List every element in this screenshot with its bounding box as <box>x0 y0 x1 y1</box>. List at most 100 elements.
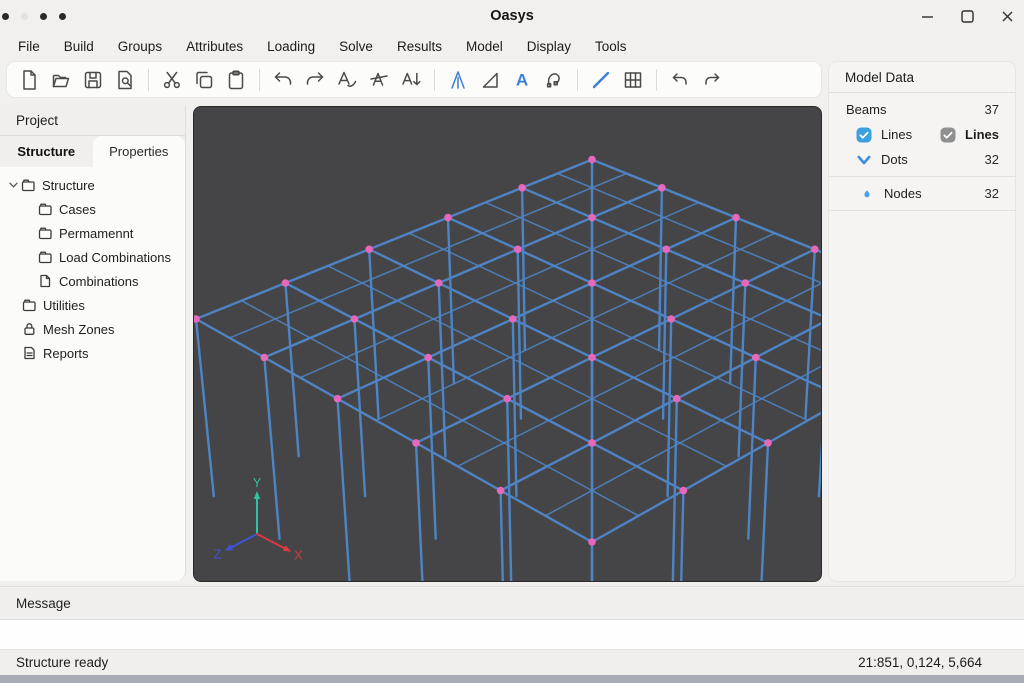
structure-node[interactable] <box>742 279 750 287</box>
open-file-icon[interactable] <box>45 66 77 94</box>
model-data-row-dots: Dots32 <box>829 147 1015 172</box>
titlebar-dot <box>2 13 9 20</box>
text-sort-icon[interactable] <box>395 66 427 94</box>
menu-solve[interactable]: Solve <box>327 39 385 54</box>
print-preview-icon[interactable] <box>109 66 141 94</box>
structure-node[interactable] <box>752 354 760 362</box>
menu-file[interactable]: File <box>6 39 52 54</box>
tree-item-permamennt[interactable]: Permamennt <box>0 221 185 245</box>
tree-item-label: Cases <box>59 202 96 217</box>
window-controls <box>920 0 1014 32</box>
titlebar-dots <box>0 0 66 32</box>
tree-item-cases[interactable]: Cases <box>0 197 185 221</box>
structure-node[interactable] <box>680 487 688 495</box>
row-label: Nodes <box>884 186 922 201</box>
model-viewport-3d[interactable]: YZX <box>193 106 822 582</box>
structure-node[interactable] <box>732 214 740 222</box>
titlebar-dot <box>21 13 28 20</box>
structure-node[interactable] <box>424 354 432 362</box>
menu-attributes[interactable]: Attributes <box>174 39 255 54</box>
tree-item-label: Combinations <box>59 274 139 289</box>
menu-results[interactable]: Results <box>385 39 454 54</box>
nav-back-icon[interactable] <box>664 66 696 94</box>
tree-item-load-combinations[interactable]: Load Combinations <box>0 245 185 269</box>
structure-node[interactable] <box>658 184 666 192</box>
tree-item-combinations[interactable]: Combinations <box>0 269 185 293</box>
chevron-down-icon[interactable] <box>6 182 20 188</box>
tab-properties[interactable]: Properties <box>93 136 186 167</box>
structure-node[interactable] <box>588 156 596 164</box>
structure-node[interactable] <box>282 279 290 287</box>
structure-node[interactable] <box>673 395 681 403</box>
model-data-row-beams: Beams37 <box>829 97 1015 122</box>
structure-3d-view[interactable]: YZX <box>194 107 822 582</box>
save-icon[interactable] <box>77 66 109 94</box>
document-icon <box>37 273 53 289</box>
toolbar-separator <box>577 69 578 91</box>
axis-z-arrow <box>225 544 234 551</box>
tab-structure[interactable]: Structure <box>0 136 93 167</box>
text-style-icon[interactable] <box>331 66 363 94</box>
nav-forward-icon[interactable] <box>696 66 728 94</box>
minimize-button[interactable] <box>920 9 934 23</box>
structure-node[interactable] <box>497 487 505 495</box>
checkbox-checked-gray-icon[interactable] <box>940 127 956 143</box>
structure-node[interactable] <box>811 246 819 254</box>
structure-node[interactable] <box>588 439 596 447</box>
close-button[interactable] <box>1000 9 1014 23</box>
structure-node[interactable] <box>518 184 526 192</box>
tree-item-structure[interactable]: Structure <box>0 173 185 197</box>
structure-node[interactable] <box>503 395 511 403</box>
status-text: Structure ready <box>16 655 108 670</box>
menu-bar: FileBuildGroupsAttributesLoadingSolveRes… <box>6 32 639 60</box>
structure-node[interactable] <box>444 214 452 222</box>
structure-node[interactable] <box>412 439 420 447</box>
undo-icon[interactable] <box>267 66 299 94</box>
project-panel-tabs: StructureProperties <box>0 136 185 167</box>
folder-icon <box>20 177 36 193</box>
menu-display[interactable]: Display <box>515 39 583 54</box>
spline-icon[interactable] <box>538 66 570 94</box>
tree-item-label: Reports <box>43 346 89 361</box>
menu-groups[interactable]: Groups <box>106 39 174 54</box>
beam-marker-icon[interactable] <box>442 66 474 94</box>
text-strikethrough-icon[interactable] <box>363 66 395 94</box>
lock-icon <box>21 321 37 337</box>
checkbox-checked-blue-icon[interactable] <box>856 127 872 143</box>
cut-icon[interactable] <box>156 66 188 94</box>
structure-node[interactable] <box>588 214 596 222</box>
structure-node[interactable] <box>588 354 596 362</box>
structure-node[interactable] <box>435 279 443 287</box>
structure-node[interactable] <box>588 279 596 287</box>
toolbar-separator <box>259 69 260 91</box>
draw-line-icon[interactable] <box>585 66 617 94</box>
node-dot-icon <box>859 186 875 202</box>
menu-model[interactable]: Model <box>454 39 515 54</box>
tree-item-reports[interactable]: Reports <box>0 341 185 365</box>
structure-node[interactable] <box>261 354 269 362</box>
new-document-icon[interactable] <box>13 66 45 94</box>
paste-icon[interactable] <box>220 66 252 94</box>
menu-build[interactable]: Build <box>52 39 106 54</box>
menu-tools[interactable]: Tools <box>583 39 639 54</box>
menu-loading[interactable]: Loading <box>255 39 327 54</box>
toolbar-separator <box>148 69 149 91</box>
tree-item-utilities[interactable]: Utilities <box>0 293 185 317</box>
redo-icon[interactable] <box>299 66 331 94</box>
structure-node[interactable] <box>667 315 675 323</box>
structure-node[interactable] <box>334 395 342 403</box>
tree-item-mesh-zones[interactable]: Mesh Zones <box>0 317 185 341</box>
structure-node[interactable] <box>351 315 359 323</box>
structure-node[interactable] <box>663 246 671 254</box>
copy-icon[interactable] <box>188 66 220 94</box>
structure-node[interactable] <box>588 538 596 546</box>
structure-node[interactable] <box>509 315 517 323</box>
text-label-icon[interactable]: A <box>506 66 538 94</box>
structure-node[interactable] <box>764 439 772 447</box>
grid-view-icon[interactable] <box>617 66 649 94</box>
structure-node[interactable] <box>514 246 522 254</box>
report-icon <box>21 345 37 361</box>
angle-icon[interactable] <box>474 66 506 94</box>
structure-node[interactable] <box>365 246 373 254</box>
maximize-button[interactable] <box>960 9 974 23</box>
